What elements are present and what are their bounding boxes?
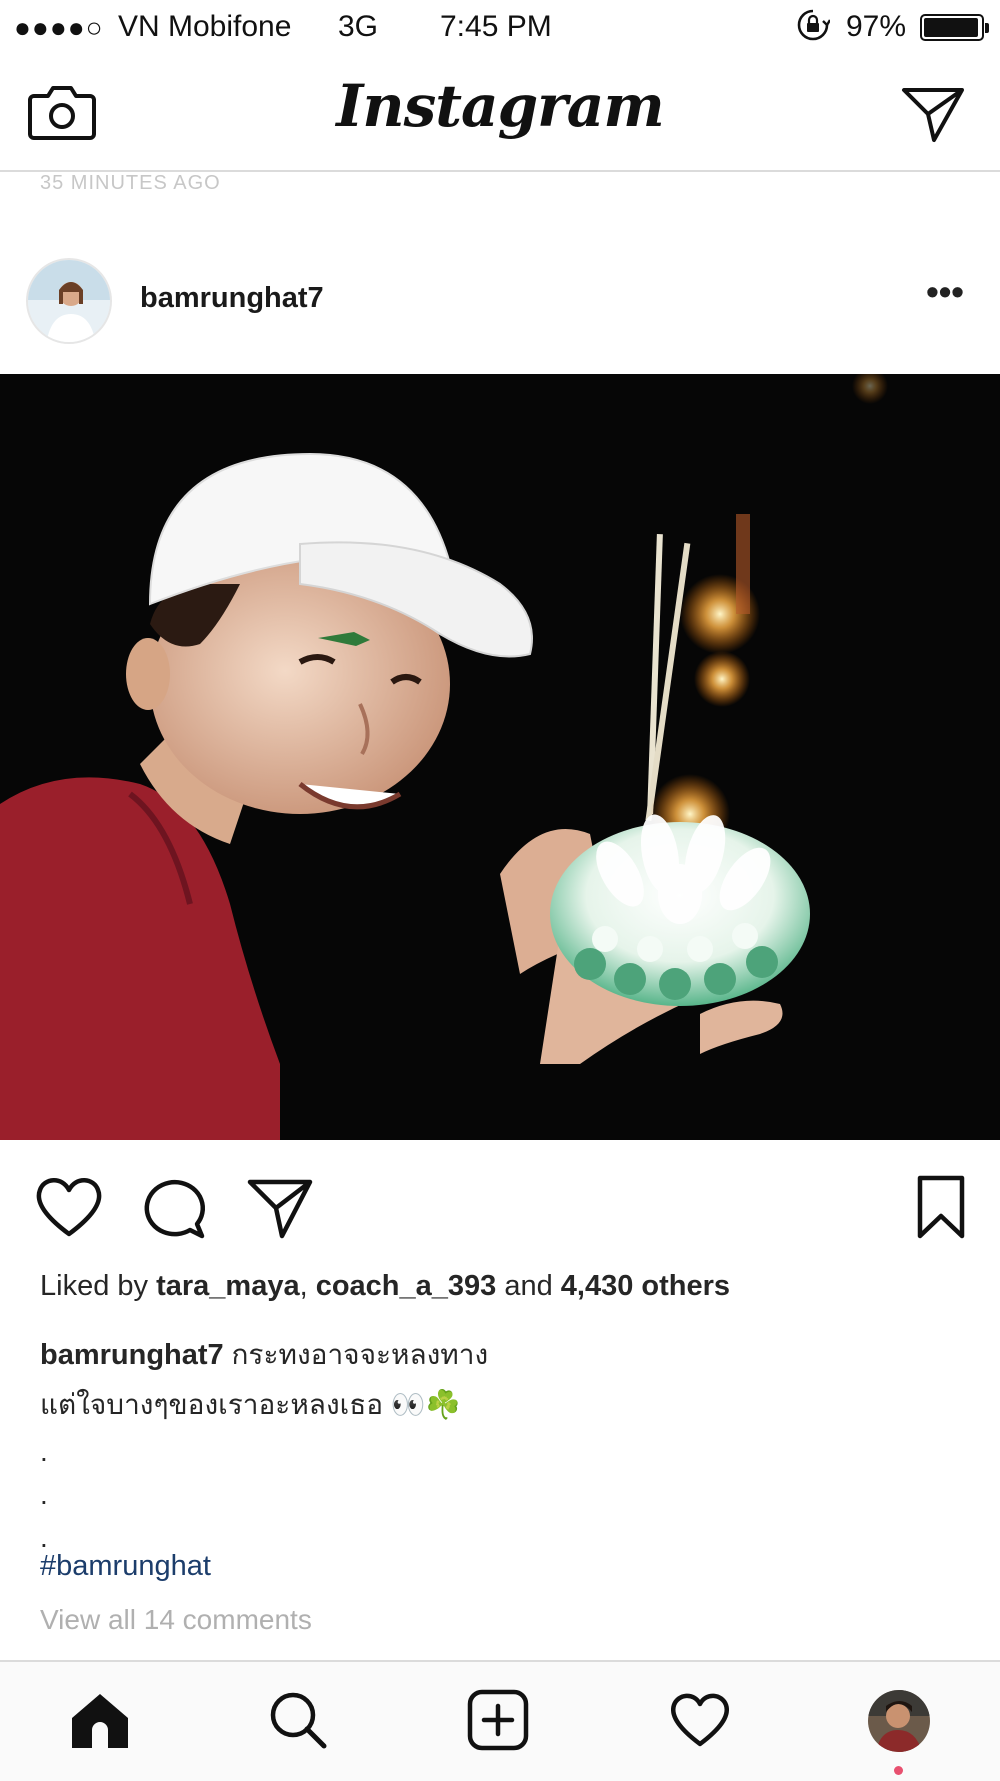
signal-strength: ●●●●○ — [14, 12, 104, 43]
likes-separator: , — [299, 1270, 316, 1302]
likes-prefix: Liked by — [40, 1270, 157, 1302]
caption-text: กระทงอาจจะหลงทาง — [231, 1339, 489, 1370]
orientation-lock-icon — [797, 9, 830, 41]
more-options-icon[interactable]: ••• — [920, 274, 970, 324]
likes-and: and — [496, 1270, 561, 1302]
caption-dot: . — [40, 1479, 48, 1510]
caption-username[interactable]: bamrunghat7 — [40, 1339, 224, 1371]
caption-text: แต่ใจบางๆของเราอะหลงเธอ 👀☘️ — [40, 1389, 461, 1420]
paper-plane-icon[interactable] — [900, 80, 966, 146]
hashtag-link[interactable]: #bamrunghat — [40, 1550, 211, 1583]
profile-avatar[interactable] — [868, 1690, 930, 1752]
likes-count[interactable]: 4,430 others — [561, 1270, 730, 1302]
post-username[interactable]: bamrunghat7 — [140, 282, 324, 315]
instagram-logo[interactable]: Instagram — [0, 72, 1000, 140]
carrier-name: VN Mobifone — [118, 10, 292, 43]
post-photo[interactable] — [0, 374, 1000, 1140]
heart-icon[interactable] — [34, 1172, 104, 1242]
avatar[interactable] — [26, 258, 112, 344]
post-action-bar — [0, 1172, 1000, 1242]
top-navigation: Instagram — [0, 56, 1000, 172]
notification-dot — [894, 1766, 903, 1775]
battery-percent: 97% — [846, 10, 907, 43]
search-icon[interactable] — [266, 1688, 330, 1752]
caption-dot: . — [40, 1436, 48, 1467]
previous-post-timestamp: 35 MINUTES AGO — [40, 172, 221, 194]
add-post-icon[interactable] — [466, 1688, 530, 1752]
status-bar: ●●●●○ VN Mobifone 3G 7:45 PM 97% — [0, 0, 1000, 56]
share-icon[interactable] — [246, 1172, 316, 1242]
post-header: bamrunghat7 ••• — [0, 248, 1000, 352]
liked-by-user[interactable]: tara_maya — [156, 1270, 300, 1302]
clock: 7:45 PM — [440, 10, 552, 43]
view-comments-link[interactable]: View all 14 comments — [40, 1604, 312, 1636]
comment-icon[interactable] — [140, 1172, 210, 1242]
home-icon[interactable] — [68, 1688, 132, 1752]
liked-by-user[interactable]: coach_a_393 — [316, 1270, 497, 1302]
battery-level — [924, 18, 979, 37]
network-type: 3G — [338, 10, 379, 43]
battery-icon — [920, 14, 989, 41]
likes-summary[interactable]: Liked by tara_maya, coach_a_393 and 4,43… — [40, 1270, 730, 1303]
post-caption: bamrunghat7 กระทงอาจจะหลงทาง แต่ใจบางๆขอ… — [40, 1330, 980, 1559]
bottom-tab-bar — [0, 1660, 1000, 1781]
heart-icon[interactable] — [668, 1688, 732, 1752]
bookmark-icon[interactable] — [906, 1172, 976, 1242]
caption-line: bamrunghat7 กระทงอาจจะหลงทาง — [40, 1330, 980, 1380]
